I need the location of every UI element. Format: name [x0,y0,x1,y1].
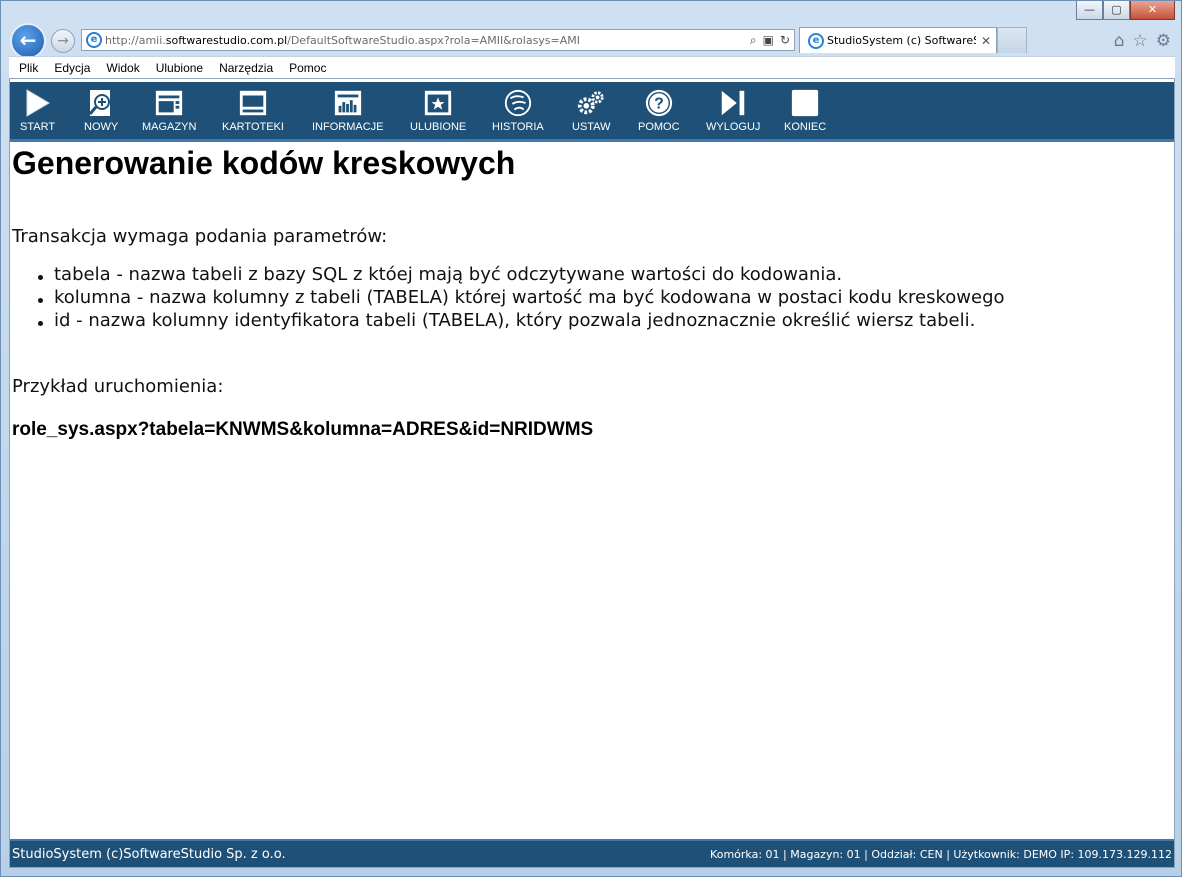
help-icon: ? [644,88,674,118]
menu-pomoc[interactable]: Pomoc [289,61,326,75]
favorites-label: ULUBIONE [410,121,467,133]
compatibility-icon[interactable]: ▣ [763,33,774,48]
settings-gear-icon[interactable]: ⚙ [1156,31,1171,51]
home-icon[interactable]: ⌂ [1114,31,1125,51]
play-icon [23,88,53,118]
menu-plik[interactable]: Plik [19,61,38,75]
page-viewport: START NOWY MAGAZYN KARTOTEKI INFORMACJE … [9,78,1175,868]
example-label: Przykład uruchomienia: [12,376,224,397]
exit-button[interactable]: KONIEC [784,88,826,133]
start-label: START [20,121,56,133]
address-tools: ⌕ ▣ ↻ [750,33,794,48]
ie-tab-icon: e [808,32,824,49]
gears-icon [576,88,606,118]
new-tab-button[interactable] [997,27,1027,53]
menu-ulubione[interactable]: Ulubione [156,61,203,75]
forward-button[interactable]: → [51,29,75,53]
favorites-button[interactable]: ULUBIONE [410,88,466,133]
window-controls: — ▢ ✕ [1076,1,1175,20]
new-document-icon [86,88,116,118]
help-button[interactable]: ? POMOC [638,88,680,133]
page-title: Generowanie kodów kreskowych [12,145,516,181]
favorites-star-icon[interactable]: ☆ [1133,31,1148,51]
footer-session-info: Komórka: 01 | Magazyn: 01 | Oddział: CEN… [710,847,1172,861]
logout-icon [718,88,748,118]
title-bar: — ▢ ✕ [1,1,1181,23]
app-toolbar: START NOWY MAGAZYN KARTOTEKI INFORMACJE … [10,82,1174,142]
arrow-left-icon: ← [19,28,37,52]
new-label: NOWY [84,121,119,133]
search-icon[interactable]: ⌕ [750,33,757,48]
arrow-right-icon: → [57,33,69,49]
warehouse-icon [154,88,184,118]
information-button[interactable]: INFORMACJE [312,88,384,133]
index-cards-icon [238,88,268,118]
exit-label: KONIEC [784,121,827,133]
minimize-button[interactable]: — [1076,1,1103,20]
address-bar[interactable]: e http://amii.softwarestudio.com.pl/Defa… [81,29,795,51]
browser-tools: ⌂ ☆ ⚙ [1114,31,1181,51]
star-icon [423,88,453,118]
help-label: POMOC [638,121,680,133]
tab-close-icon[interactable]: ✕ [976,34,996,48]
stop-icon [790,88,820,118]
url-prefix: http://amii. [105,33,166,47]
warehouse-button[interactable]: MAGAZYN [142,88,196,133]
url-domain: softwarestudio.com.pl [165,33,288,47]
tab-studiosystem[interactable]: e StudioSystem (c) SoftwareS... ✕ [799,27,997,53]
tab-title: StudioSystem (c) SoftwareS... [827,34,976,47]
example-code: role_sys.aspx?tabela=KNWMS&kolumna=ADRES… [12,419,594,440]
main-content: Generowanie kodów kreskowych Transakcja … [12,143,1172,441]
history-icon [503,88,533,118]
cards-label: KARTOTEKI [222,121,284,133]
start-button[interactable]: START [20,88,55,133]
footer-copyright: StudioSystem (c)SoftwareStudio Sp. z o.o… [12,846,286,862]
browser-window: — ▢ ✕ ← → e http://amii.softwarestudio.c… [0,0,1182,877]
menu-bar: Plik Edycja Widok Ulubione Narzędzia Pom… [9,56,1175,78]
information-label: INFORMACJE [312,121,384,133]
url-field[interactable]: http://amii.softwarestudio.com.pl/Defaul… [105,34,750,47]
history-button[interactable]: HISTORIA [492,88,544,133]
logout-button[interactable]: WYLOGUJ [706,88,760,133]
back-button[interactable]: ← [10,23,46,59]
history-label: HISTORIA [492,121,544,133]
parameter-list: tabela - nazwa tabeli z bazy SQL z któej… [38,263,1172,332]
navigation-row: ← → e http://amii.softwarestudio.com.pl/… [1,23,1181,59]
menu-edycja[interactable]: Edycja [54,61,90,75]
intro-text: Transakcja wymaga podania parametrów: [12,226,388,247]
settings-label: USTAW [572,121,611,133]
logout-label: WYLOGUJ [706,121,761,133]
menu-widok[interactable]: Widok [106,61,139,75]
url-path: /DefaultSoftwareStudio.aspx?rola=AMII&ro… [287,33,581,47]
close-window-button[interactable]: ✕ [1130,1,1175,20]
cards-button[interactable]: KARTOTEKI [222,88,284,133]
list-item: tabela - nazwa tabeli z bazy SQL z któej… [38,263,1172,286]
ie-page-icon: e [86,32,102,48]
refresh-icon[interactable]: ↻ [780,33,790,48]
settings-button[interactable]: USTAW [572,88,611,133]
bar-chart-icon [333,88,363,118]
menu-narzedzia[interactable]: Narzędzia [219,61,273,75]
list-item: kolumna - nazwa kolumny z tabeli (TABELA… [38,286,1172,309]
svg-text:?: ? [654,96,664,113]
warehouse-label: MAGAZYN [142,121,197,133]
maximize-button[interactable]: ▢ [1103,1,1130,20]
list-item: id - nazwa kolumny identyfikatora tabeli… [38,309,1172,332]
status-footer: StudioSystem (c)SoftwareStudio Sp. z o.o… [10,839,1174,867]
new-button[interactable]: NOWY [84,88,118,133]
